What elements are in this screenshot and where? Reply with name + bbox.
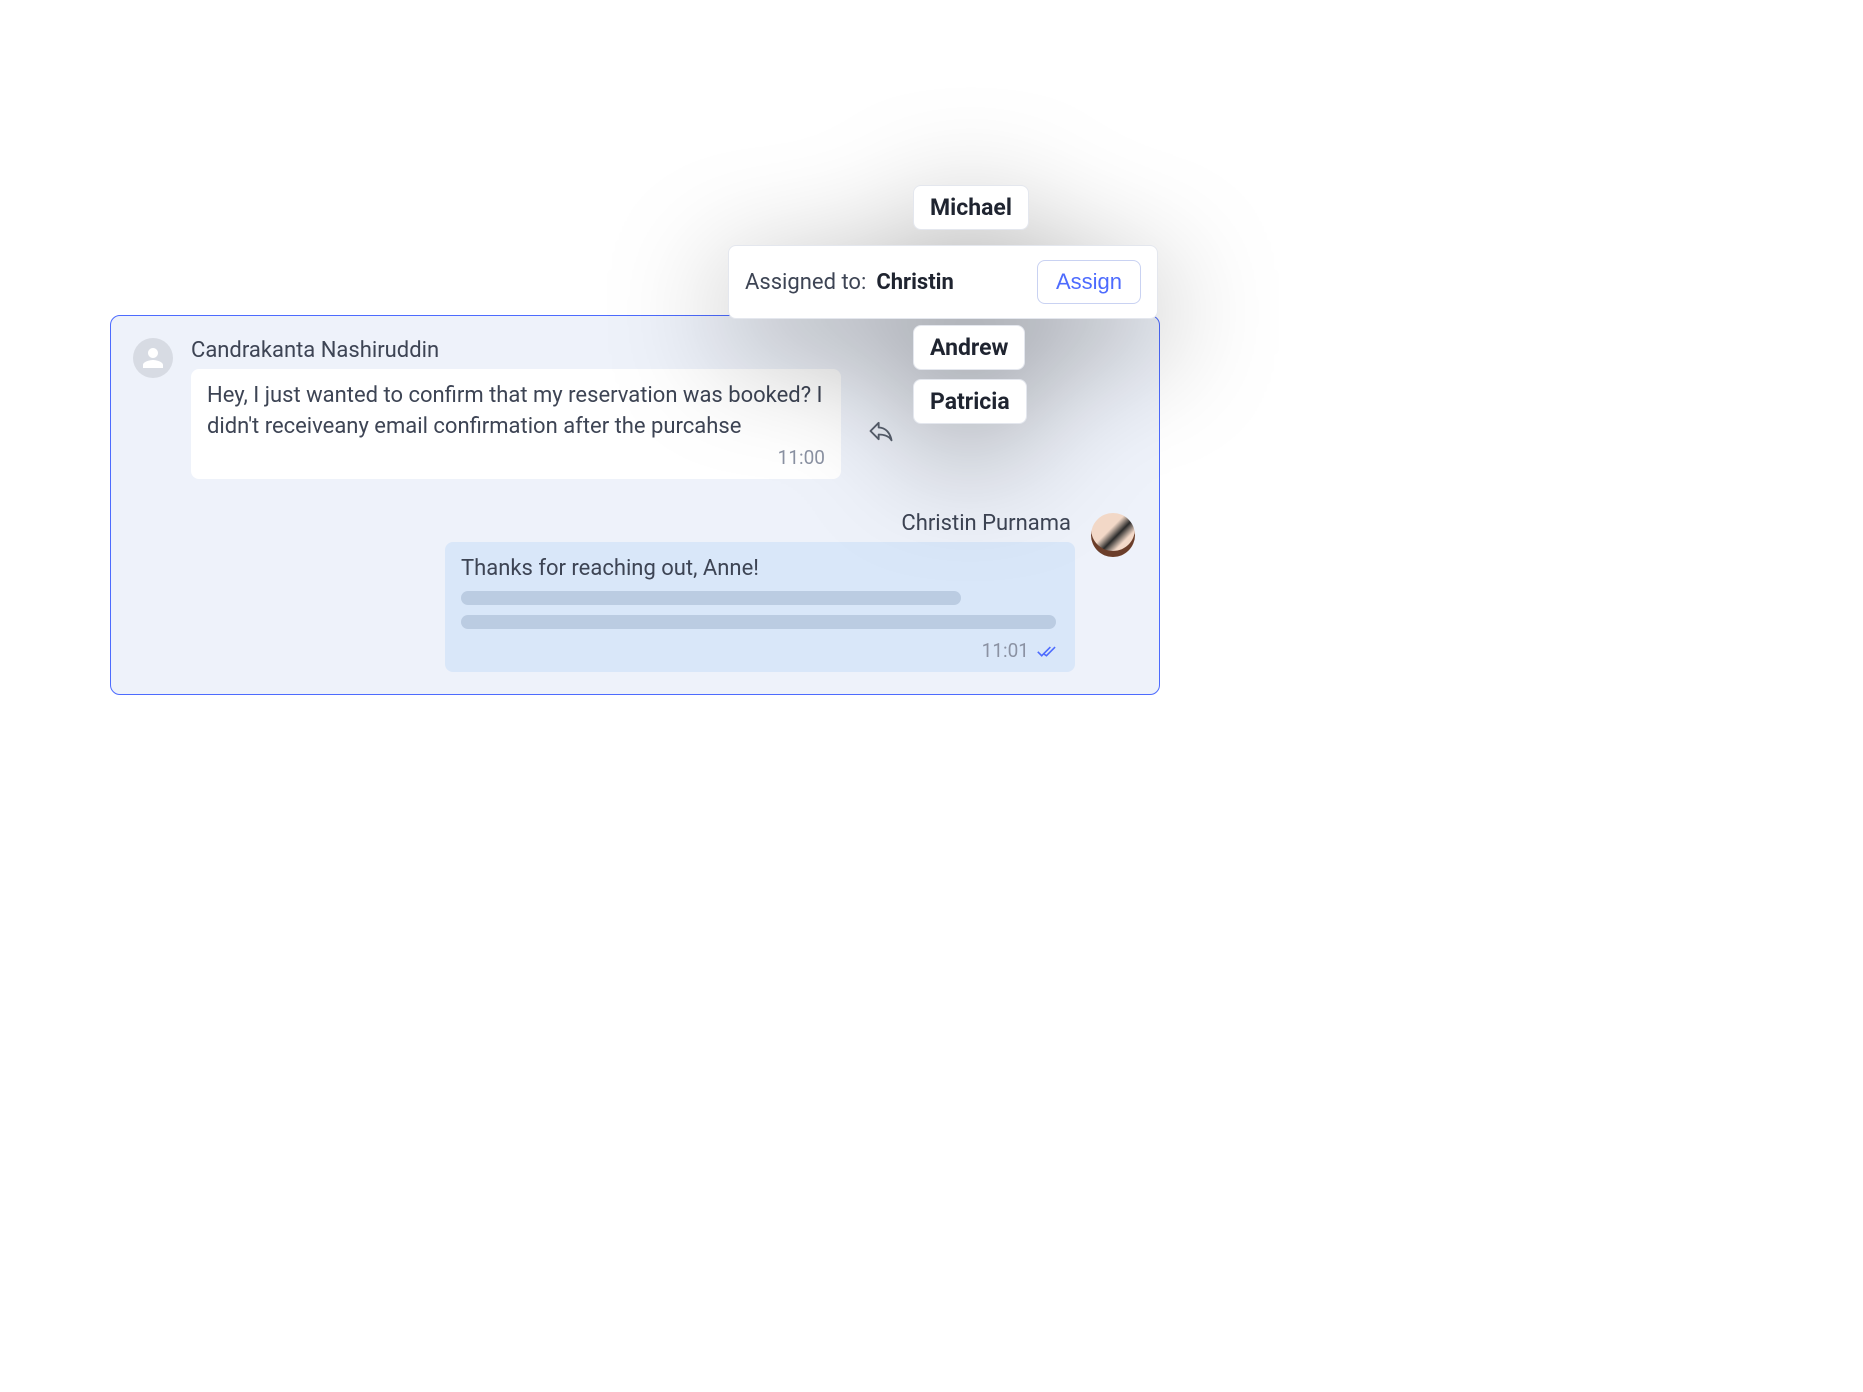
incoming-bubble: Hey, I just wanted to confirm that my re…: [191, 369, 841, 479]
outgoing-text: Thanks for reaching out, Anne!: [461, 556, 1059, 581]
reply-icon[interactable]: [866, 417, 896, 445]
placeholder-line: [461, 615, 1056, 629]
assign-bar: Assigned to: Christin Assign: [728, 245, 1158, 319]
placeholder-line: [461, 591, 961, 605]
incoming-time: 11:00: [207, 445, 825, 472]
outgoing-bubble: Thanks for reaching out, Anne! 11:01: [445, 542, 1075, 672]
outgoing-time: 11:01: [982, 639, 1029, 662]
assign-option-andrew[interactable]: Andrew: [913, 325, 1025, 370]
outgoing-sender-name: Christin Purnama: [901, 511, 1071, 536]
assign-current: Christin: [876, 270, 954, 295]
chat-card: Candrakanta Nashiruddin Hey, I just want…: [110, 315, 1160, 695]
incoming-sender-name: Candrakanta Nashiruddin: [191, 338, 841, 363]
assign-option-patricia[interactable]: Patricia: [913, 379, 1027, 424]
outgoing-message: Christin Purnama Thanks for reaching out…: [445, 511, 1135, 672]
double-check-icon: [1037, 643, 1059, 659]
incoming-text: Hey, I just wanted to confirm that my re…: [207, 381, 825, 443]
assign-button[interactable]: Assign: [1037, 260, 1141, 304]
avatar-placeholder-icon: [133, 338, 173, 378]
assign-option-michael[interactable]: Michael: [913, 185, 1029, 230]
assign-label: Assigned to:: [745, 270, 866, 295]
avatar: [1091, 513, 1135, 557]
